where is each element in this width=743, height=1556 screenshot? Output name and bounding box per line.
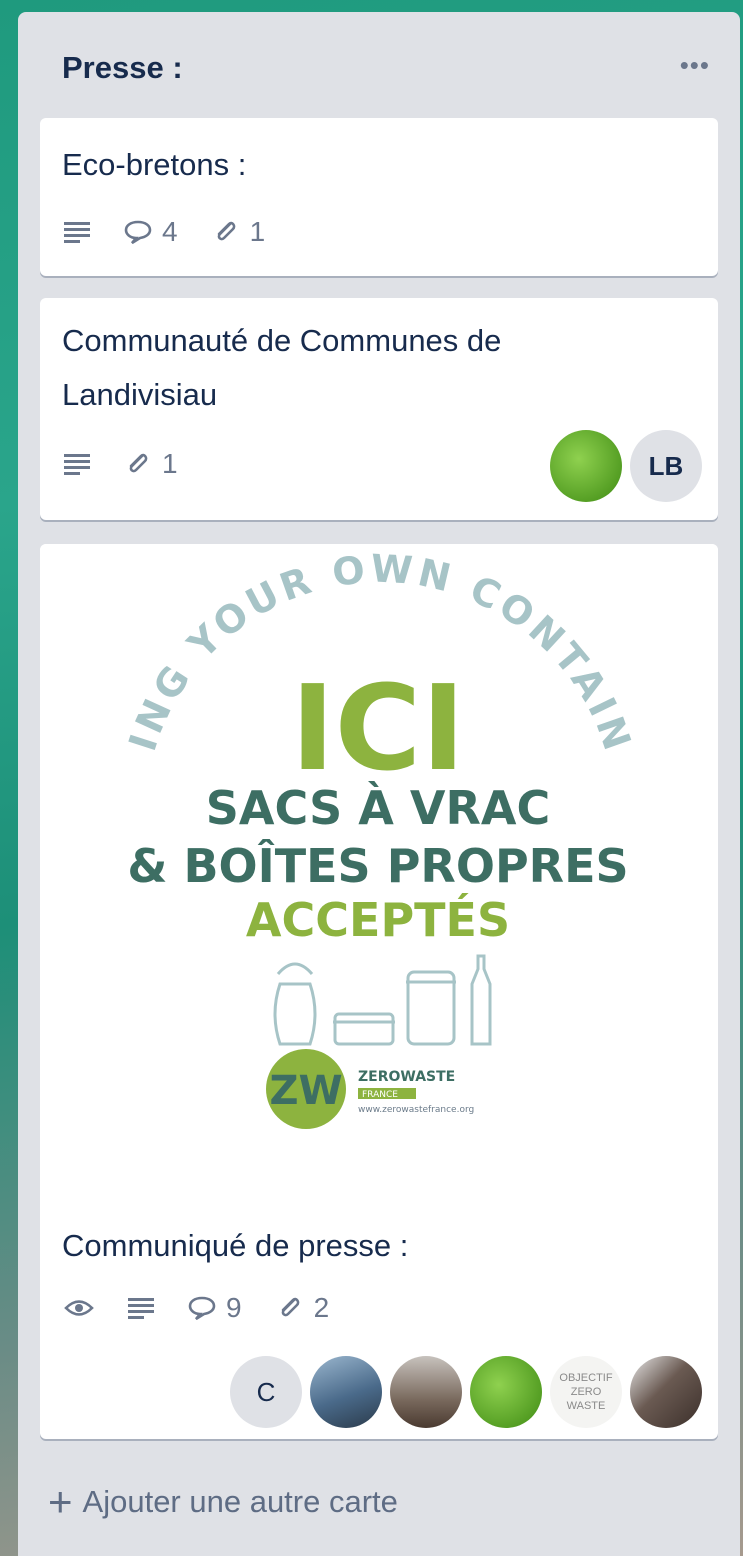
ellipsis-icon[interactable]: ••• bbox=[680, 50, 710, 81]
logo-url: www.zerowastefrance.org bbox=[358, 1105, 474, 1115]
card-title-line: Communauté de Communes de bbox=[62, 323, 502, 358]
card-badges: 1 bbox=[64, 448, 178, 480]
card-badges: 4 1 bbox=[64, 216, 265, 248]
card-title-line: Landivisiau bbox=[62, 377, 218, 412]
paperclip-icon bbox=[217, 221, 235, 241]
card-title: Communauté de Communes de Landivisiau bbox=[62, 314, 501, 422]
card-communaute-communes[interactable]: Communauté de Communes de Landivisiau 1 … bbox=[40, 298, 718, 520]
description-icon bbox=[64, 220, 90, 244]
card-members: LB bbox=[550, 430, 702, 502]
card-cover-image: BRING YOUR OWN CONTAINER ICI SACS À VRAC… bbox=[40, 544, 718, 1179]
avatar[interactable] bbox=[470, 1356, 542, 1428]
paperclip-icon bbox=[129, 453, 148, 473]
card-badges: 9 2 bbox=[64, 1292, 329, 1324]
logo-sub: FRANCE bbox=[362, 1090, 398, 1100]
avatar[interactable]: C bbox=[230, 1356, 302, 1428]
comment-icon bbox=[124, 220, 152, 244]
containers-icon bbox=[273, 954, 492, 1046]
avatar[interactable] bbox=[550, 430, 622, 502]
add-card-button[interactable]: + Ajouter une autre carte bbox=[48, 1478, 398, 1525]
poster-line-1: ICI bbox=[291, 659, 465, 797]
plus-icon: + bbox=[48, 1478, 73, 1525]
avatar[interactable] bbox=[310, 1356, 382, 1428]
avatar[interactable]: LB bbox=[630, 430, 702, 502]
add-card-label: Ajouter une autre carte bbox=[82, 1484, 398, 1519]
poster-line-3: & BOÎTES PROPRES bbox=[127, 839, 628, 893]
list-presse: Presse : ••• Eco-bretons : 4 1 Communaut… bbox=[18, 12, 740, 1556]
zero-waste-poster: BRING YOUR OWN CONTAINER ICI SACS À VRAC… bbox=[40, 544, 637, 1129]
list-header: Presse : ••• bbox=[18, 12, 740, 117]
avatar[interactable] bbox=[390, 1356, 462, 1428]
avatar[interactable]: OBJECTIF ZERO WASTE bbox=[550, 1356, 622, 1428]
card-communique-presse[interactable]: BRING YOUR OWN CONTAINER ICI SACS À VRAC… bbox=[40, 544, 718, 1439]
attachments-badge: 1 bbox=[212, 216, 265, 248]
comments-badge: 4 bbox=[124, 216, 178, 248]
description-icon bbox=[128, 1296, 154, 1320]
list-title[interactable]: Presse : bbox=[62, 50, 183, 86]
paperclip-icon bbox=[281, 1297, 299, 1317]
logo-name: ZEROWASTE bbox=[358, 1069, 455, 1085]
description-icon bbox=[64, 452, 90, 476]
card-members: C OBJECTIF ZERO WASTE bbox=[230, 1356, 702, 1428]
card-title: Eco-bretons : bbox=[62, 147, 247, 182]
poster-line-2: SACS À VRAC bbox=[206, 781, 550, 835]
avatar[interactable] bbox=[630, 1356, 702, 1428]
card-title: Communiqué de presse : bbox=[62, 1228, 409, 1263]
comments-badge: 9 bbox=[188, 1292, 242, 1324]
poster-line-4: ACCEPTÉS bbox=[246, 893, 510, 947]
attachments-badge: 1 bbox=[124, 448, 178, 480]
card-eco-bretons[interactable]: Eco-bretons : 4 1 bbox=[40, 118, 718, 276]
eye-icon bbox=[64, 1297, 94, 1319]
comment-icon bbox=[188, 1296, 216, 1320]
logo-mark: ZW bbox=[269, 1068, 342, 1114]
attachments-badge: 2 bbox=[276, 1292, 329, 1324]
